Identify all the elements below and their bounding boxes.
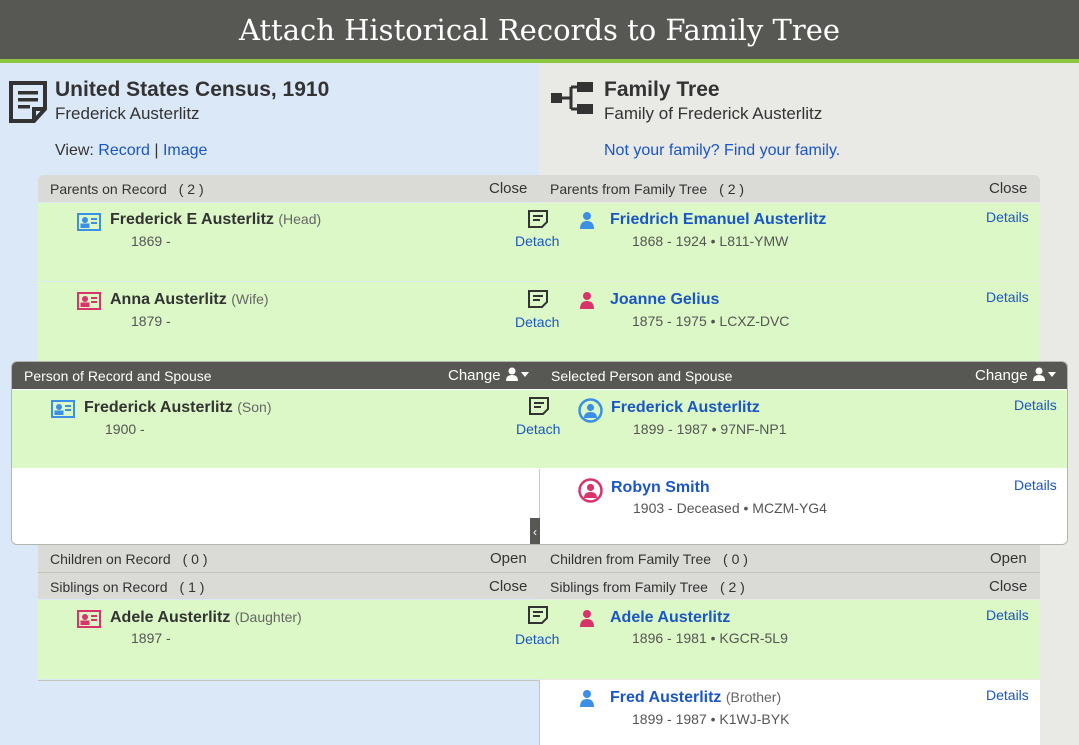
parents-record-close-toggle[interactable]: Close <box>489 175 527 202</box>
details-link[interactable]: Details <box>1014 477 1057 493</box>
principal-row-match: Frederick Austerlitz (Son) 1900 - Detach… <box>12 390 1067 468</box>
principal-section: Person of Record and Spouse Change Selec… <box>11 361 1068 545</box>
principal-spouse-row: Robyn Smith 1903 - Deceased • MCZM-YG4 D… <box>12 469 1067 544</box>
record-person-role: (Wife) <box>231 291 269 307</box>
children-tree-open-toggle[interactable]: Open <box>990 545 1027 572</box>
children-record-count: ( 0 ) <box>182 550 208 567</box>
parents-record-count: ( 2 ) <box>178 180 204 197</box>
tree-person-info: 1899 - 1987 • 97NF-NP1 <box>633 421 787 437</box>
principal-record-label: Person of Record and Spouse <box>24 367 212 384</box>
record-person-role: (Daughter) <box>234 609 302 625</box>
record-person-name: Anna Austerlitz <box>110 291 227 308</box>
siblings-record-close-toggle[interactable]: Close <box>489 573 527 600</box>
children-section-bar: Children on Record ( 0 ) Open Children f… <box>38 545 1040 572</box>
record-person-female-icon <box>77 292 101 315</box>
person-male-icon <box>579 211 595 234</box>
children-record-open-toggle[interactable]: Open <box>490 545 527 572</box>
siblings-record-count: ( 1 ) <box>179 578 205 595</box>
record-person-dates: 1869 - <box>131 233 171 249</box>
tree-person-role: (Brother) <box>725 689 782 705</box>
parents-section: Parents on Record ( 2 ) Close Parents fr… <box>38 175 1040 361</box>
record-person-male-icon <box>51 400 75 423</box>
person-female-circle-icon <box>578 478 603 508</box>
tree-spouse-info: 1903 - Deceased • MCZM-YG4 <box>633 500 827 516</box>
detach-icon[interactable] <box>527 209 549 234</box>
person-dropdown-icon <box>505 367 530 385</box>
tree-person-link[interactable]: Fred Austerlitz <box>610 689 721 706</box>
record-collection-title: United States Census, 1910 <box>55 78 330 101</box>
sibling-row-tree-only: Fred Austerlitz (Brother) 1899 - 1987 • … <box>38 680 1040 745</box>
view-options: View: Record | Image <box>55 142 208 159</box>
siblings-record-label: Siblings on Record <box>50 578 168 595</box>
details-link[interactable]: Details <box>986 209 1029 225</box>
tree-person-link[interactable]: Frederick Austerlitz <box>611 399 760 417</box>
person-male-icon <box>579 689 595 712</box>
find-your-family-link[interactable]: Not your family? Find your family. <box>604 142 840 160</box>
detach-icon[interactable] <box>528 396 550 421</box>
details-link[interactable]: Details <box>1014 397 1057 413</box>
siblings-tree-close-toggle[interactable]: Close <box>989 573 1027 600</box>
record-person-role: (Son) <box>237 399 272 415</box>
person-male-circle-icon <box>578 398 603 428</box>
siblings-tree-label: Siblings from Family Tree <box>550 578 708 595</box>
view-image-link[interactable]: Image <box>163 142 207 159</box>
details-link[interactable]: Details <box>986 687 1029 703</box>
tree-spouse-link[interactable]: Robyn Smith <box>611 479 710 497</box>
record-person-male-icon <box>77 213 101 236</box>
details-link[interactable]: Details <box>986 289 1029 305</box>
change-record-person-button[interactable]: Change <box>448 362 530 389</box>
record-person-dates: 1897 - <box>131 630 171 646</box>
sibling-row-match: Adele Austerlitz (Daughter) 1897 - Detac… <box>38 600 1040 679</box>
parents-tree-close-toggle[interactable]: Close <box>989 175 1027 202</box>
person-dropdown-icon <box>1032 367 1057 385</box>
record-person-name: Adele Austerlitz <box>110 609 231 626</box>
tree-family-name: Family of Frederick Austerlitz <box>604 104 823 123</box>
page-title: Attach Historical Records to Family Tree <box>238 12 841 47</box>
children-tree-count: ( 0 ) <box>723 550 748 567</box>
detach-icon[interactable] <box>527 289 549 314</box>
tree-person-link[interactable]: Joanne Gelius <box>610 291 719 309</box>
detach-button[interactable]: Detach <box>515 233 559 249</box>
details-link[interactable]: Details <box>986 607 1029 623</box>
tree-person-info: 1868 - 1924 • L811-YMW <box>632 233 789 249</box>
parents-section-bar: Parents on Record ( 2 ) Close Parents fr… <box>38 175 1040 202</box>
page-header: Attach Historical Records to Family Tree <box>0 0 1079 59</box>
children-tree-label: Children from Family Tree <box>550 550 712 567</box>
parent-row-match: Frederick E Austerlitz (Head) 1869 - Det… <box>38 203 1040 281</box>
record-person-dates: 1879 - <box>131 313 171 329</box>
siblings-section: Siblings on Record ( 1 ) Close Siblings … <box>38 572 1040 745</box>
view-record-link[interactable]: Record <box>98 142 150 159</box>
tree-person-info: 1896 - 1981 • KGCR-5L9 <box>632 630 788 646</box>
parents-tree-label: Parents from Family Tree <box>550 180 708 197</box>
detach-icon[interactable] <box>527 605 549 630</box>
parents-tree-count: ( 2 ) <box>719 180 745 197</box>
parents-record-label: Parents on Record <box>50 180 167 197</box>
parent-row-match: Anna Austerlitz (Wife) 1879 - Detach Joa… <box>38 282 1040 361</box>
tree-person-info: 1899 - 1987 • K1WJ-BYK <box>632 711 790 727</box>
principal-section-bar: Person of Record and Spouse Change Selec… <box>12 362 1067 389</box>
collapse-panel-handle[interactable]: ‹ <box>530 518 540 544</box>
tree-person-link[interactable]: Friedrich Emanuel Austerlitz <box>610 211 826 229</box>
detach-button[interactable]: Detach <box>515 314 559 330</box>
siblings-tree-count: ( 2 ) <box>719 578 745 595</box>
person-female-icon <box>579 291 595 314</box>
detach-button[interactable]: Detach <box>515 631 559 647</box>
family-tree-icon <box>551 82 593 119</box>
record-person-role: (Head) <box>278 211 322 227</box>
tree-title: Family Tree <box>604 78 720 101</box>
record-person-name: Frederick Austerlitz <box>84 399 233 416</box>
person-female-icon <box>579 609 595 632</box>
detach-button[interactable]: Detach <box>516 421 560 437</box>
record-person-dates: 1900 - <box>105 421 145 437</box>
change-tree-person-button[interactable]: Change <box>975 362 1057 389</box>
tree-person-info: 1875 - 1975 • LCXZ-DVC <box>632 313 790 329</box>
siblings-section-bar: Siblings on Record ( 1 ) Close Siblings … <box>38 572 1040 599</box>
tree-person-link[interactable]: Adele Austerlitz <box>610 609 730 627</box>
record-document-icon <box>8 80 48 129</box>
principal-tree-label: Selected Person and Spouse <box>551 367 733 384</box>
record-person-name: Frederick Austerlitz <box>55 104 200 123</box>
record-person-female-icon <box>77 610 101 633</box>
record-person-name: Frederick E Austerlitz <box>110 211 274 228</box>
children-record-label: Children on Record <box>50 550 171 567</box>
